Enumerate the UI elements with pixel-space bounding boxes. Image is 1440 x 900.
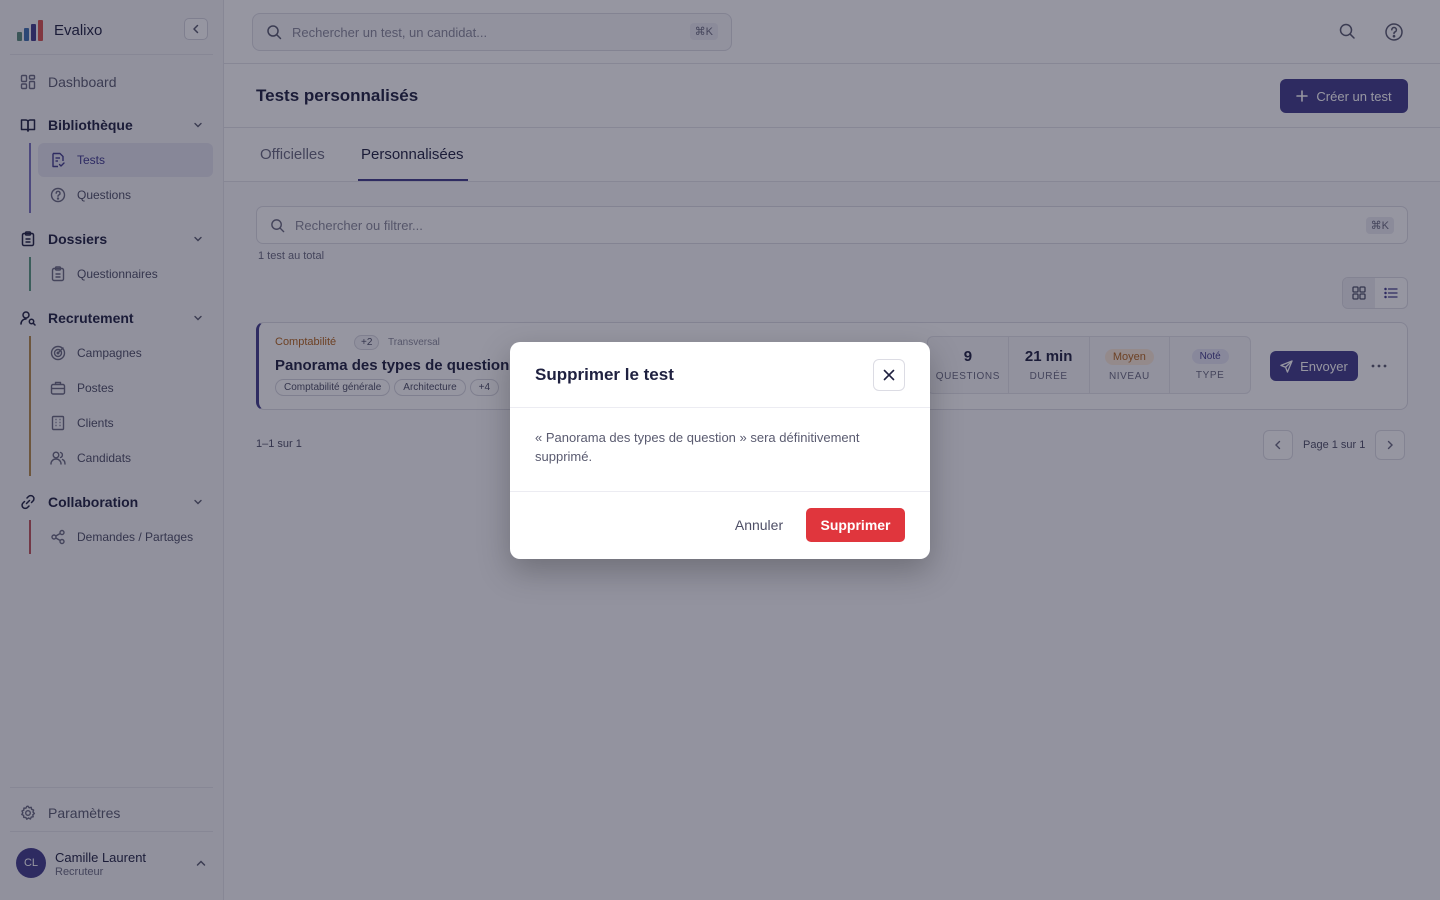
- dialog-message: « Panorama des types de question » sera …: [535, 430, 860, 464]
- dialog-title: Supprimer le test: [535, 365, 674, 384]
- confirm-delete-button[interactable]: Supprimer: [806, 508, 905, 542]
- close-dialog-button[interactable]: [873, 359, 905, 391]
- dialog-header: Supprimer le test: [510, 342, 930, 408]
- delete-test-dialog: Supprimer le test « Panorama des types d…: [510, 342, 930, 559]
- cancel-button[interactable]: Annuler: [724, 508, 794, 542]
- dialog-footer: Annuler Supprimer: [510, 491, 930, 559]
- close-icon: [883, 369, 895, 381]
